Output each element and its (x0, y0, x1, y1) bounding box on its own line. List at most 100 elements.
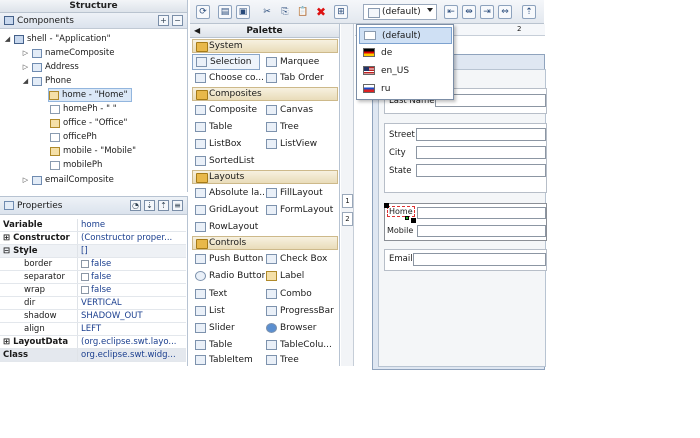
address-composite[interactable]: Street City State (384, 123, 547, 193)
property-value[interactable]: [] (78, 245, 186, 257)
palette-item-tree[interactable]: Tree (266, 119, 338, 135)
property-row-align[interactable]: align LEFT (0, 323, 186, 336)
palette-item-check-box[interactable]: Check Box (266, 251, 338, 267)
distribute-icon[interactable]: ⇔ (498, 5, 512, 19)
tree-item-address[interactable]: ▷ Address (22, 60, 79, 74)
tree-item-home[interactable]: home - "Home" (48, 88, 132, 102)
show-source-icon[interactable]: ▤ (218, 5, 232, 19)
show-events-icon[interactable]: ◔ (130, 200, 141, 211)
checkbox[interactable] (81, 273, 89, 281)
email-field[interactable] (413, 253, 546, 266)
tree-item-shell[interactable]: ◢ shell - "Application" (4, 32, 111, 46)
paste-icon[interactable]: 📋 (296, 5, 310, 19)
property-row-style[interactable]: ⊟ Style [] (0, 245, 186, 258)
palette-category-layouts[interactable]: Layouts (192, 170, 338, 184)
externalize-strings-icon[interactable]: ⊞ (334, 5, 348, 19)
home-phone-field[interactable] (417, 207, 546, 219)
palette-item-table-control[interactable]: Table (195, 337, 265, 353)
tree-item-namecomposite[interactable]: ▷ nameComposite (22, 46, 115, 60)
city-field[interactable] (416, 146, 546, 159)
tree-item-phone[interactable]: ◢ Phone (22, 74, 72, 88)
palette-item-tab-order[interactable]: Tab Order (266, 70, 338, 86)
ruler-marker[interactable]: 1 (342, 194, 353, 208)
palette-item-list[interactable]: List (195, 303, 265, 319)
property-value[interactable]: home (78, 219, 186, 231)
property-value[interactable]: (org.eclipse.swt.layo... (78, 336, 186, 348)
locale-option-ru[interactable]: ru (359, 80, 452, 97)
form-window[interactable]: Last Name Street City State Home Mobile (372, 54, 547, 370)
expand-all-icon[interactable]: + (158, 15, 169, 26)
locale-option-default[interactable]: (default) (359, 27, 452, 44)
palette-item-filllayout[interactable]: FillLayout (266, 185, 338, 201)
street-field[interactable] (416, 128, 546, 141)
palette-item-marquee[interactable]: Marquee (266, 54, 338, 70)
expand-arrow-icon[interactable]: ▷ (22, 173, 29, 187)
palette-item-gridlayout[interactable]: GridLayout (195, 202, 265, 218)
property-value[interactable]: false (78, 271, 186, 283)
property-value[interactable]: (Constructor proper... (78, 232, 186, 244)
tree-item-emailcomposite[interactable]: ▷ emailComposite (22, 173, 114, 187)
property-row-border[interactable]: border false (0, 258, 186, 271)
palette-category-controls[interactable]: Controls (192, 236, 338, 250)
property-row-separator[interactable]: separator false (0, 271, 186, 284)
property-value[interactable]: org.eclipse.swt.widg... (78, 349, 186, 361)
palette-item-browser[interactable]: Browser (266, 320, 338, 336)
show-design-icon[interactable]: ▣ (236, 5, 250, 19)
tree-item-mobile[interactable]: mobile - "Mobile" (50, 144, 136, 158)
goto-definition-icon[interactable]: ⇣ (144, 200, 155, 211)
palette-item-composite[interactable]: Composite (195, 102, 265, 118)
chevron-down-icon[interactable] (427, 8, 433, 12)
collapse-arrow-icon[interactable]: ◢ (4, 32, 11, 46)
tree-item-officeph[interactable]: officePh (50, 130, 97, 144)
property-value[interactable]: LEFT (78, 323, 186, 335)
palette-category-system[interactable]: System (192, 39, 338, 53)
palette-item-tableitem[interactable]: TableItem (195, 354, 265, 366)
palette-item-selection[interactable]: Selection (192, 54, 260, 70)
locale-option-de[interactable]: de (359, 44, 452, 61)
palette-item-combo[interactable]: Combo (266, 286, 338, 302)
palette-item-listbox[interactable]: ListBox (195, 136, 265, 152)
property-row-layoutdata[interactable]: ⊞ LayoutData (org.eclipse.swt.layo... (0, 336, 186, 349)
show-advanced-icon[interactable]: ⇡ (158, 200, 169, 211)
align-right-icon[interactable]: ⇥ (480, 5, 494, 19)
delete-icon[interactable]: ✖ (314, 5, 328, 19)
property-row-class[interactable]: Class org.eclipse.swt.widg... (0, 349, 186, 362)
property-row-wrap[interactable]: wrap false (0, 284, 186, 297)
checkbox[interactable] (81, 260, 89, 268)
form-shell[interactable]: Last Name Street City State Home Mobile (378, 69, 547, 367)
palette-item-absolute-layout[interactable]: Absolute la... (195, 185, 265, 201)
palette-item-slider[interactable]: Slider (195, 320, 265, 336)
palette-item-push-button[interactable]: Push Button (195, 251, 265, 267)
palette-item-choose-component[interactable]: Choose co... (195, 70, 265, 86)
palette-item-text[interactable]: Text (195, 286, 265, 302)
anchor-handle[interactable] (405, 216, 409, 220)
cut-icon[interactable]: ✂ (260, 5, 274, 19)
copy-icon[interactable]: ⎘ (278, 5, 292, 19)
palette-item-canvas[interactable]: Canvas (266, 102, 338, 118)
properties-menu-icon[interactable]: ≡ (172, 200, 183, 211)
palette-item-formlayout[interactable]: FormLayout (266, 202, 338, 218)
palette-item-tablecolumn[interactable]: TableColu... (266, 337, 338, 353)
tree-item-homeph[interactable]: homePh - " " (50, 102, 117, 116)
resize-handle[interactable] (384, 203, 389, 208)
phone-composite[interactable]: Home Mobile (384, 203, 547, 241)
ruler-marker[interactable]: 2 (342, 212, 353, 226)
palette-item-sortedlist[interactable]: SortedList (195, 153, 265, 169)
collapse-arrow-icon[interactable]: ◢ (22, 74, 29, 88)
palette-item-listview[interactable]: ListView (266, 136, 338, 152)
expand-arrow-icon[interactable]: ▷ (22, 46, 29, 60)
palette-item-table[interactable]: Table (195, 119, 265, 135)
state-field[interactable] (416, 164, 546, 177)
property-value[interactable]: false (78, 258, 186, 270)
property-row-variable[interactable]: Variable home (0, 219, 186, 232)
resize-handle[interactable] (411, 218, 416, 223)
home-label-selected[interactable]: Home (387, 206, 415, 217)
locale-option-en-us[interactable]: en_US (359, 62, 452, 79)
align-top-icon[interactable]: ⇡ (522, 5, 536, 19)
mobile-phone-field[interactable] (417, 225, 546, 237)
property-value[interactable]: false (78, 284, 186, 296)
palette-item-label[interactable]: Label (266, 268, 338, 284)
palette-item-rowlayout[interactable]: RowLayout (195, 219, 265, 235)
email-composite[interactable]: Email (384, 249, 547, 271)
property-row-shadow[interactable]: shadow SHADOW_OUT (0, 310, 186, 323)
